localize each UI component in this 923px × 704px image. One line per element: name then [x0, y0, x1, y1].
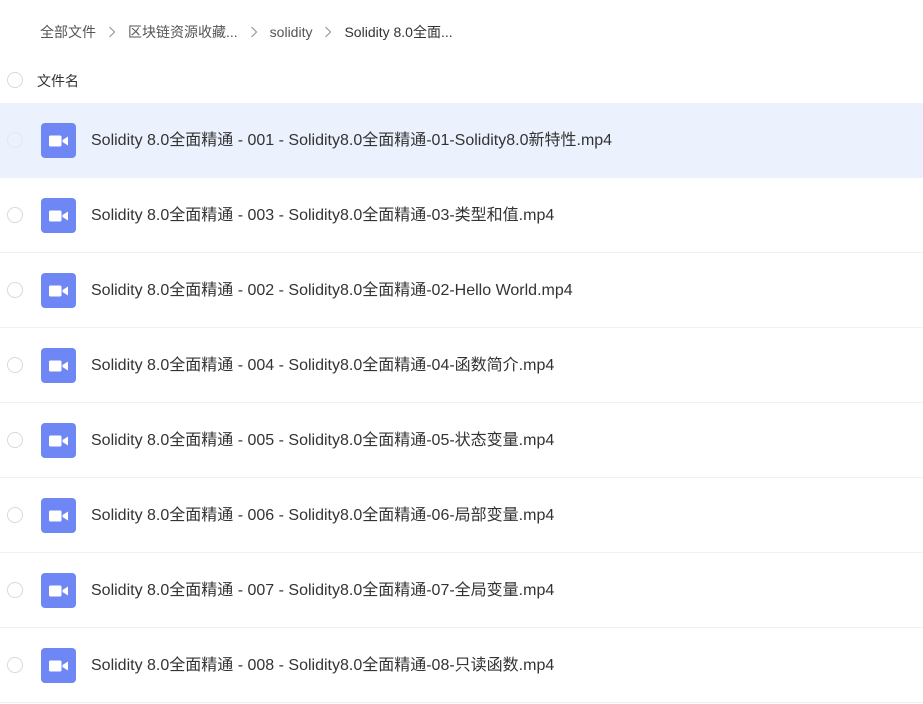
- file-select-radio[interactable]: [7, 357, 23, 373]
- video-file-icon: [41, 198, 76, 233]
- file-name[interactable]: Solidity 8.0全面精通 - 007 - Solidity8.0全面精通…: [91, 581, 554, 601]
- file-name[interactable]: Solidity 8.0全面精通 - 008 - Solidity8.0全面精通…: [91, 656, 554, 676]
- video-file-icon: [41, 498, 76, 533]
- breadcrumb: 全部文件 区块链资源收藏... solidity Solidity 8.0全面.…: [0, 0, 923, 64]
- video-file-icon: [41, 123, 76, 158]
- file-row[interactable]: Solidity 8.0全面精通 - 002 - Solidity8.0全面精通…: [0, 253, 923, 328]
- video-file-icon: [41, 348, 76, 383]
- file-row[interactable]: Solidity 8.0全面精通 - 006 - Solidity8.0全面精通…: [0, 478, 923, 553]
- file-row[interactable]: Solidity 8.0全面精通 - 004 - Solidity8.0全面精通…: [0, 328, 923, 403]
- file-select-radio[interactable]: [7, 507, 23, 523]
- video-file-icon: [41, 648, 76, 683]
- breadcrumb-current-folder: Solidity 8.0全面...: [344, 24, 453, 40]
- file-name[interactable]: Solidity 8.0全面精通 - 005 - Solidity8.0全面精通…: [91, 431, 554, 451]
- video-file-icon: [41, 273, 76, 308]
- chevron-right-icon: [318, 26, 338, 38]
- list-header: 文件名: [0, 62, 923, 100]
- video-file-icon: [41, 423, 76, 458]
- chevron-right-icon: [102, 26, 122, 38]
- file-select-radio[interactable]: [7, 657, 23, 673]
- file-select-radio[interactable]: [7, 132, 23, 148]
- file-name[interactable]: Solidity 8.0全面精通 - 006 - Solidity8.0全面精通…: [91, 506, 554, 526]
- breadcrumb-solidity-folder[interactable]: solidity: [270, 24, 313, 40]
- chevron-right-icon: [244, 26, 264, 38]
- file-select-radio[interactable]: [7, 432, 23, 448]
- video-file-icon: [41, 573, 76, 608]
- breadcrumb-blockchain-folder[interactable]: 区块链资源收藏...: [128, 22, 238, 42]
- file-name[interactable]: Solidity 8.0全面精通 - 004 - Solidity8.0全面精通…: [91, 356, 554, 376]
- file-select-radio[interactable]: [7, 207, 23, 223]
- file-list: Solidity 8.0全面精通 - 001 - Solidity8.0全面精通…: [0, 103, 923, 703]
- file-name[interactable]: Solidity 8.0全面精通 - 001 - Solidity8.0全面精通…: [91, 131, 612, 151]
- select-all-radio[interactable]: [7, 72, 23, 88]
- file-name[interactable]: Solidity 8.0全面精通 - 003 - Solidity8.0全面精通…: [91, 206, 554, 226]
- file-row[interactable]: Solidity 8.0全面精通 - 007 - Solidity8.0全面精通…: [0, 553, 923, 628]
- file-row[interactable]: Solidity 8.0全面精通 - 005 - Solidity8.0全面精通…: [0, 403, 923, 478]
- file-name[interactable]: Solidity 8.0全面精通 - 002 - Solidity8.0全面精通…: [91, 281, 573, 301]
- column-header-filename[interactable]: 文件名: [37, 72, 79, 90]
- file-row[interactable]: Solidity 8.0全面精通 - 008 - Solidity8.0全面精通…: [0, 628, 923, 703]
- breadcrumb-all-files[interactable]: 全部文件: [40, 22, 96, 42]
- file-select-radio[interactable]: [7, 282, 23, 298]
- file-select-radio[interactable]: [7, 582, 23, 598]
- file-row[interactable]: Solidity 8.0全面精通 - 003 - Solidity8.0全面精通…: [0, 178, 923, 253]
- file-row[interactable]: Solidity 8.0全面精通 - 001 - Solidity8.0全面精通…: [0, 103, 923, 178]
